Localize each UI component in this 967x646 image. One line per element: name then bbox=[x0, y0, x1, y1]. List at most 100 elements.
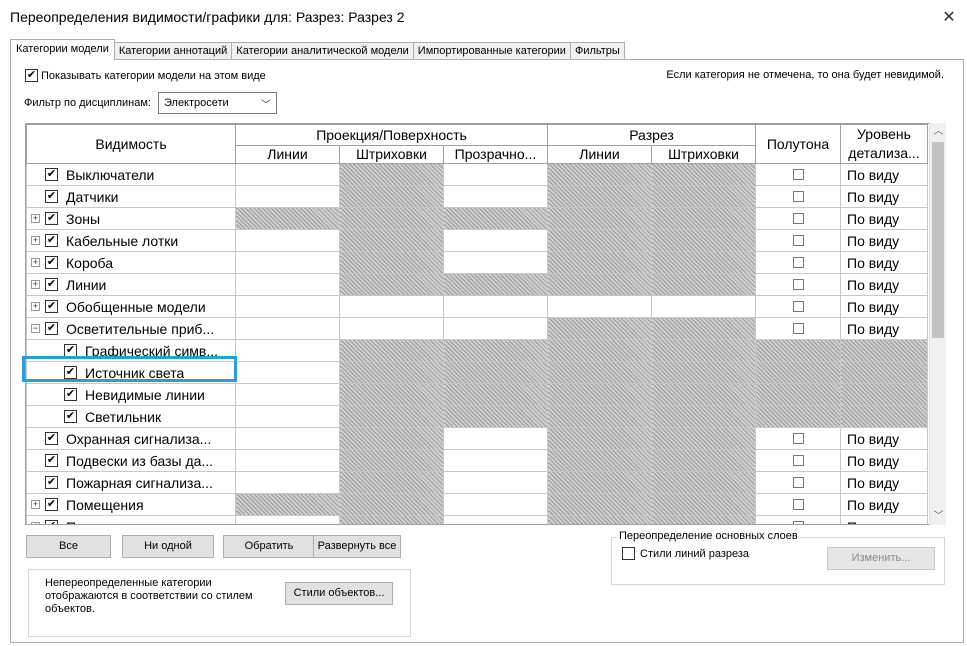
transparency-cell[interactable] bbox=[443, 427, 548, 450]
header-detail-level[interactable]: Уровень детализа... bbox=[840, 124, 928, 164]
table-row[interactable]: + ✔ Кабельные лотки По виду bbox=[26, 229, 928, 252]
category-visibility-checkbox[interactable]: ✔ bbox=[64, 388, 77, 401]
detail-level-cell[interactable]: По виду bbox=[840, 251, 928, 274]
expand-icon[interactable]: + bbox=[31, 236, 40, 245]
header-hatches[interactable]: Штриховки bbox=[339, 144, 444, 165]
lines-cell[interactable] bbox=[235, 229, 340, 252]
halftone-cell[interactable] bbox=[755, 163, 841, 186]
lines-cell[interactable] bbox=[235, 515, 340, 524]
category-visibility-checkbox[interactable]: ✔ bbox=[45, 476, 58, 489]
category-name-cell[interactable]: + ✔ Зоны bbox=[26, 207, 236, 230]
transparency-cell[interactable] bbox=[443, 515, 548, 524]
table-row[interactable]: ✔ Невидимые линии bbox=[26, 383, 928, 406]
halftone-checkbox[interactable] bbox=[792, 190, 804, 202]
scroll-thumb[interactable] bbox=[932, 142, 944, 338]
category-name-cell[interactable]: ✔ Подвески из базы да... bbox=[26, 449, 236, 472]
category-visibility-checkbox[interactable]: ✔ bbox=[45, 278, 58, 291]
table-row[interactable]: ✔ Подвески из базы да... По виду bbox=[26, 449, 928, 472]
category-visibility-checkbox[interactable]: ✔ bbox=[45, 256, 58, 269]
expand-icon[interactable]: + bbox=[31, 258, 40, 267]
category-visibility-checkbox[interactable]: ✔ bbox=[64, 366, 77, 379]
table-row[interactable]: ✔ Светильник bbox=[26, 405, 928, 428]
header-lines[interactable]: Линии bbox=[235, 144, 340, 165]
halftone-checkbox[interactable] bbox=[792, 432, 804, 444]
category-visibility-checkbox[interactable]: ✔ bbox=[64, 410, 77, 423]
category-name-cell[interactable]: ✔ Невидимые линии bbox=[26, 383, 236, 406]
transparency-cell[interactable] bbox=[443, 163, 548, 186]
category-visibility-checkbox[interactable]: ✔ bbox=[45, 234, 58, 247]
detail-level-cell[interactable]: По виду bbox=[840, 207, 928, 230]
table-row[interactable]: ✔ Пожарная сигнализа... По виду bbox=[26, 471, 928, 494]
show-model-categories-checkbox[interactable]: ✔ bbox=[25, 69, 38, 82]
scroll-down-icon[interactable]: ﹀ bbox=[930, 508, 947, 525]
category-visibility-checkbox[interactable]: ✔ bbox=[45, 300, 58, 313]
category-visibility-checkbox[interactable]: ✔ bbox=[45, 168, 58, 181]
table-row[interactable]: − ✔ Осветительные приб... По виду bbox=[26, 317, 928, 340]
object-styles-button[interactable]: Стили объектов... bbox=[285, 582, 393, 605]
halftone-cell[interactable] bbox=[755, 273, 841, 296]
table-row[interactable]: + ✔ Помещения По виду bbox=[26, 493, 928, 516]
section-lines-cell[interactable] bbox=[547, 295, 652, 318]
category-name-cell[interactable]: ✔ Пожарная сигнализа... bbox=[26, 471, 236, 494]
category-name-cell[interactable]: ✔ Выключатели bbox=[26, 163, 236, 186]
detail-level-cell[interactable]: По виду bbox=[840, 273, 928, 296]
detail-level-cell[interactable]: По виду bbox=[840, 471, 928, 494]
category-visibility-checkbox[interactable]: ✔ bbox=[45, 212, 58, 225]
halftone-cell[interactable] bbox=[755, 251, 841, 274]
transparency-cell[interactable] bbox=[443, 317, 548, 340]
halftone-cell[interactable] bbox=[755, 295, 841, 318]
header-section-lines[interactable]: Линии bbox=[547, 144, 652, 165]
halftone-checkbox[interactable] bbox=[792, 300, 804, 312]
tab-imported-categories[interactable]: Импортированные категории bbox=[412, 42, 571, 60]
header-halftone[interactable]: Полутона bbox=[755, 124, 841, 164]
category-visibility-checkbox[interactable]: ✔ bbox=[45, 520, 58, 524]
halftone-checkbox[interactable] bbox=[792, 212, 804, 224]
category-name-cell[interactable]: + ✔ Короба bbox=[26, 251, 236, 274]
category-name-cell[interactable]: ✔ Источник света bbox=[26, 361, 236, 384]
category-name-cell[interactable]: ✔ Светильник bbox=[26, 405, 236, 428]
tab-annotation-categories[interactable]: Категории аннотаций bbox=[113, 42, 233, 60]
scroll-up-icon[interactable]: ︿ bbox=[930, 123, 947, 140]
detail-level-cell[interactable]: По виду bbox=[840, 427, 928, 450]
table-row[interactable]: + ✔ Короба По виду bbox=[26, 251, 928, 274]
detail-level-cell[interactable]: По виду bbox=[840, 229, 928, 252]
lines-cell[interactable] bbox=[235, 427, 340, 450]
halftone-cell[interactable] bbox=[755, 229, 841, 252]
lines-cell[interactable] bbox=[235, 295, 340, 318]
halftone-checkbox[interactable] bbox=[792, 476, 804, 488]
category-name-cell[interactable]: ✔ Графический симв... bbox=[26, 339, 236, 362]
transparency-cell[interactable] bbox=[443, 471, 548, 494]
transparency-cell[interactable] bbox=[443, 229, 548, 252]
discipline-filter-select[interactable]: Электросети ﹀ bbox=[157, 92, 277, 114]
tab-model-categories[interactable]: Категории модели bbox=[10, 39, 115, 60]
detail-level-cell[interactable]: По виду bbox=[840, 449, 928, 472]
category-name-cell[interactable]: − ✔ Осветительные приб... bbox=[26, 317, 236, 340]
detail-level-cell[interactable]: По виду bbox=[840, 317, 928, 340]
cut-line-styles-checkbox[interactable] bbox=[622, 547, 635, 560]
expand-icon[interactable]: + bbox=[31, 280, 40, 289]
detail-level-cell[interactable]: По виду bbox=[840, 493, 928, 516]
header-section-hatches[interactable]: Штриховки bbox=[651, 144, 756, 165]
category-visibility-checkbox[interactable]: ✔ bbox=[45, 432, 58, 445]
halftone-checkbox[interactable] bbox=[792, 234, 804, 246]
expand-icon[interactable]: + bbox=[31, 500, 40, 509]
category-visibility-checkbox[interactable]: ✔ bbox=[45, 454, 58, 467]
category-visibility-checkbox[interactable]: ✔ bbox=[64, 344, 77, 357]
halftone-cell[interactable] bbox=[755, 317, 841, 340]
all-button[interactable]: Все bbox=[26, 535, 111, 558]
grid-scrollbar[interactable]: ︿ ﹀ bbox=[929, 123, 946, 525]
lines-cell[interactable] bbox=[235, 273, 340, 296]
halftone-cell[interactable] bbox=[755, 185, 841, 208]
section-hatches-cell[interactable] bbox=[651, 295, 756, 318]
category-name-cell[interactable]: + ✔ Линии bbox=[26, 273, 236, 296]
lines-cell[interactable] bbox=[235, 185, 340, 208]
halftone-cell[interactable] bbox=[755, 207, 841, 230]
category-name-cell[interactable]: + ✔ Проводка bbox=[26, 515, 236, 524]
halftone-checkbox[interactable] bbox=[792, 256, 804, 268]
expand-icon[interactable]: + bbox=[31, 522, 40, 524]
hatches-cell[interactable] bbox=[339, 317, 444, 340]
halftone-cell[interactable] bbox=[755, 427, 841, 450]
detail-level-cell[interactable]: По виду bbox=[840, 163, 928, 186]
halftone-cell[interactable] bbox=[755, 493, 841, 516]
expand-icon[interactable]: + bbox=[31, 302, 40, 311]
